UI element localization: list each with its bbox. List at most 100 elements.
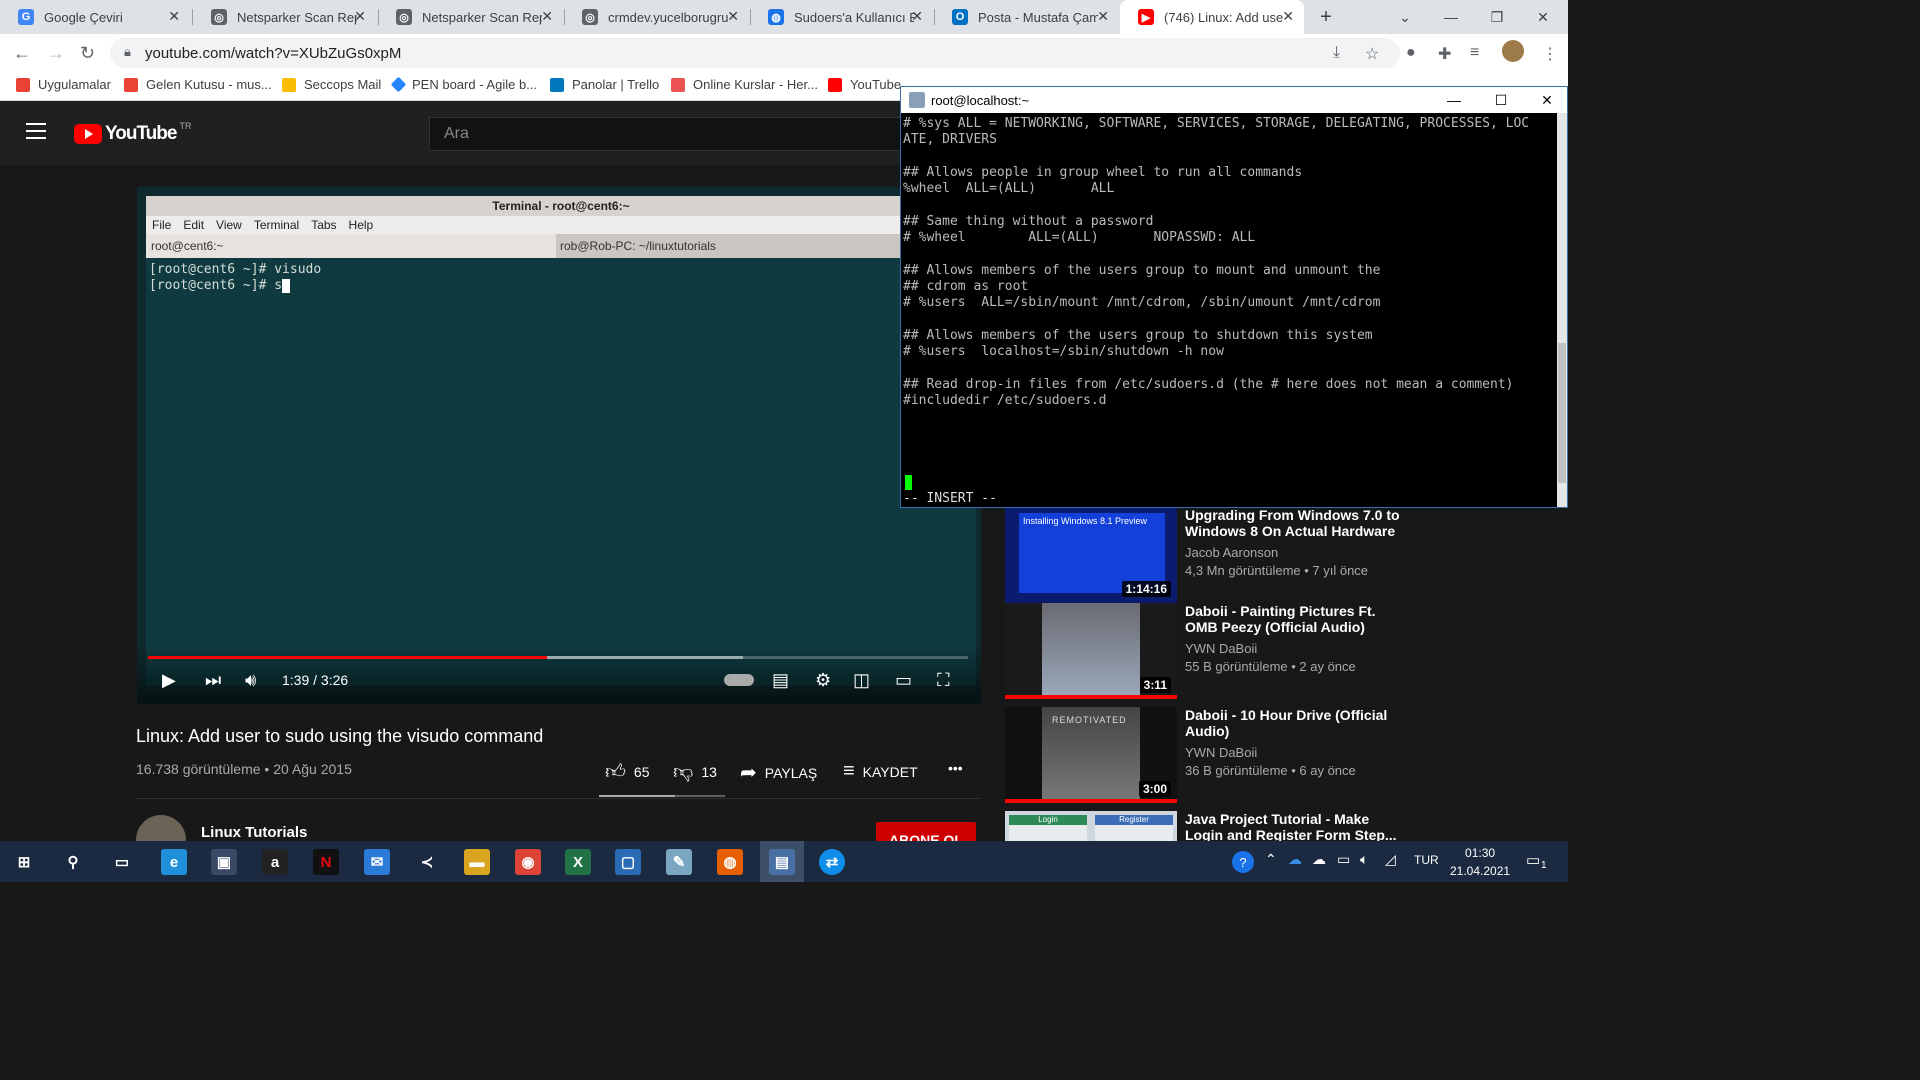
video-thumbnail[interactable]: 3:11 xyxy=(1005,603,1177,699)
bookmark-star-icon[interactable]: ☆ xyxy=(1365,44,1379,64)
play-icon[interactable]: ▶ xyxy=(162,670,176,691)
next-icon[interactable]: ⏭︎ xyxy=(205,670,221,691)
windows-start-icon[interactable]: ⊞ xyxy=(11,849,37,875)
network-icon[interactable]: ◿ xyxy=(1385,851,1396,868)
bookmark-seccops[interactable]: Seccops Mail xyxy=(282,77,381,92)
close-icon[interactable]: ✕ xyxy=(1097,8,1109,25)
install-icon[interactable]: ⤓ xyxy=(1333,44,1340,62)
maximize-button[interactable]: ☐ xyxy=(1478,87,1524,113)
restore-button[interactable]: ❐ xyxy=(1474,0,1520,34)
notepad-icon[interactable]: ✎ xyxy=(666,849,692,875)
hamburger-menu-icon[interactable] xyxy=(26,123,46,139)
file-explorer-icon[interactable]: ▬ xyxy=(464,849,490,875)
progress-bar[interactable] xyxy=(148,656,968,659)
forward-icon[interactable]: → xyxy=(47,43,65,64)
recommended-title[interactable]: Daboii - 10 Hour Drive (Official Audio) xyxy=(1185,707,1405,739)
media-control-icon[interactable]: ≡ xyxy=(1470,44,1479,62)
cloud-icon[interactable]: ☁ xyxy=(1312,851,1326,868)
video-player[interactable]: Terminal - root@cent6:~ File Edit View T… xyxy=(137,187,981,704)
reload-icon[interactable]: ↻ xyxy=(80,43,95,64)
speaker-icon[interactable]: 🔈︎ xyxy=(1360,851,1368,868)
channel-name[interactable]: Linux Tutorials xyxy=(201,824,307,841)
notification-icon[interactable]: ▭ xyxy=(1526,851,1540,869)
volume-icon[interactable]: 🔊︎ xyxy=(245,670,256,691)
vscode-icon[interactable]: ≺ xyxy=(414,849,440,875)
bookmark-apps[interactable]: Uygulamalar xyxy=(16,77,111,92)
mail-icon[interactable]: ✉ xyxy=(364,849,390,875)
amazon-icon[interactable]: a xyxy=(262,849,288,875)
menu-dots-icon[interactable]: ⋮ xyxy=(1542,44,1558,64)
dislike-button[interactable]: 👎︎ 13 xyxy=(673,760,717,784)
store-icon[interactable]: ▣ xyxy=(211,849,237,875)
netflix-icon[interactable]: N xyxy=(313,849,339,875)
browser-tab[interactable]: ◎ Netsparker Scan Repo ✕ xyxy=(193,0,376,34)
close-icon[interactable]: ✕ xyxy=(354,8,366,25)
clock[interactable]: 01:30 21.04.2021 xyxy=(1450,844,1510,880)
recommended-video[interactable]: REMOTIVATED 3:00 Daboii - 10 Hour Drive … xyxy=(1005,707,1405,803)
close-icon[interactable]: ✕ xyxy=(1282,8,1294,25)
chrome-icon[interactable]: ◉ xyxy=(515,849,541,875)
video-thumbnail[interactable]: REMOTIVATED 3:00 xyxy=(1005,707,1177,803)
input-language[interactable]: TUR xyxy=(1414,853,1439,867)
close-icon[interactable]: ✕ xyxy=(541,8,553,25)
youtube-logo[interactable]: YouTube TR xyxy=(74,121,191,145)
close-window-button[interactable]: ✕ xyxy=(1520,0,1566,34)
bookmark-trello[interactable]: Panolar | Trello xyxy=(550,77,659,92)
scrollbar-thumb[interactable] xyxy=(1558,343,1566,483)
back-icon[interactable]: ← xyxy=(13,43,31,64)
chevron-up-icon[interactable]: ⌃ xyxy=(1265,851,1277,868)
theater-mode-icon[interactable]: ▭ xyxy=(895,670,912,691)
bookmark-youtube[interactable]: YouTube xyxy=(828,77,901,92)
new-tab-button[interactable]: + xyxy=(1303,0,1349,34)
recommended-channel[interactable]: YWN DaBoii xyxy=(1185,641,1257,656)
tab-search-icon[interactable]: ⌄ xyxy=(1382,0,1428,34)
browser-tab-active[interactable]: ▶ (746) Linux: Add user ✕ xyxy=(1120,0,1304,34)
edge-icon[interactable]: e xyxy=(161,849,187,875)
recommended-title[interactable]: Java Project Tutorial - Make Login and R… xyxy=(1185,811,1405,841)
search-input[interactable]: Ara xyxy=(429,117,909,151)
browser-tab[interactable]: ◎ crmdev.yucelborugrup ✕ xyxy=(564,0,749,34)
puzzle-icon[interactable]: ✚ xyxy=(1438,44,1451,64)
excel-icon[interactable]: X xyxy=(565,849,591,875)
bookmark-gmail[interactable]: Gelen Kutusu - mus... xyxy=(124,77,272,92)
video-thumbnail[interactable]: Installing Windows 8.1 Preview 1:14:16 xyxy=(1005,507,1177,603)
miniplayer-icon[interactable]: ◫ xyxy=(853,670,870,691)
recommended-video[interactable]: 3:11 Daboii - Painting Pictures Ft. OMB … xyxy=(1005,603,1405,699)
browser-tab[interactable]: G Google Çeviri ✕ xyxy=(0,0,190,34)
recommended-title[interactable]: Daboii - Painting Pictures Ft. OMB Peezy… xyxy=(1185,603,1405,635)
scrollbar[interactable] xyxy=(1557,113,1567,507)
fullscreen-icon[interactable]: ⛶ xyxy=(937,670,950,691)
putty-window[interactable]: root@localhost:~ — ☐ ✕ # %sys ALL = NETW… xyxy=(900,86,1568,508)
save-button[interactable]: ≡ KAYDET xyxy=(843,760,918,783)
settings-gear-icon[interactable]: ⚙ xyxy=(815,670,831,691)
task-view-icon[interactable]: ▭ xyxy=(109,849,135,875)
terminal-output[interactable]: # %sys ALL = NETWORKING, SOFTWARE, SERVI… xyxy=(901,113,1567,507)
profile-avatar[interactable] xyxy=(1502,40,1524,62)
subtitles-icon[interactable]: ▤ xyxy=(772,670,789,691)
recommended-video[interactable]: Installing Windows 8.1 Preview 1:14:16 U… xyxy=(1005,507,1405,603)
extension-icon[interactable]: ● xyxy=(1406,44,1416,62)
bookmark-jira[interactable]: PEN board - Agile b... xyxy=(390,76,537,93)
close-icon[interactable]: ✕ xyxy=(911,8,923,25)
bookmark-udemy[interactable]: Online Kurslar - Her... xyxy=(671,77,818,92)
browser-tab[interactable]: O Posta - Mustafa Çamk ✕ xyxy=(934,0,1119,34)
firefox-icon[interactable]: ◍ xyxy=(717,849,743,875)
help-icon[interactable]: ? xyxy=(1232,851,1254,873)
teamviewer-icon[interactable]: ⇄ xyxy=(819,849,845,875)
share-button[interactable]: ➦ PAYLAŞ xyxy=(740,760,817,785)
close-window-button[interactable]: ✕ xyxy=(1524,87,1570,113)
more-actions-button[interactable]: ••• xyxy=(948,760,963,776)
minimize-button[interactable]: — xyxy=(1428,0,1474,34)
onedrive-icon[interactable]: ☁ xyxy=(1288,851,1302,868)
autoplay-toggle[interactable] xyxy=(724,674,754,686)
putty-icon[interactable]: ▤ xyxy=(769,849,795,875)
recommended-title[interactable]: Upgrading From Windows 7.0 to Windows 8 … xyxy=(1185,507,1405,539)
recommended-channel[interactable]: YWN DaBoii xyxy=(1185,745,1257,760)
browser-tab[interactable]: ◎ Netsparker Scan Repo ✕ xyxy=(378,0,563,34)
address-bar[interactable]: 🔒︎ youtube.com/watch?v=XUbZuGs0xpM xyxy=(110,38,1400,68)
recommended-channel[interactable]: Jacob Aaronson xyxy=(1185,545,1278,560)
close-icon[interactable]: ✕ xyxy=(168,8,180,25)
like-button[interactable]: 👍︎ 65 xyxy=(605,760,649,784)
video-thumbnail[interactable]: Login Register xyxy=(1005,811,1177,841)
minimize-button[interactable]: — xyxy=(1431,87,1477,113)
